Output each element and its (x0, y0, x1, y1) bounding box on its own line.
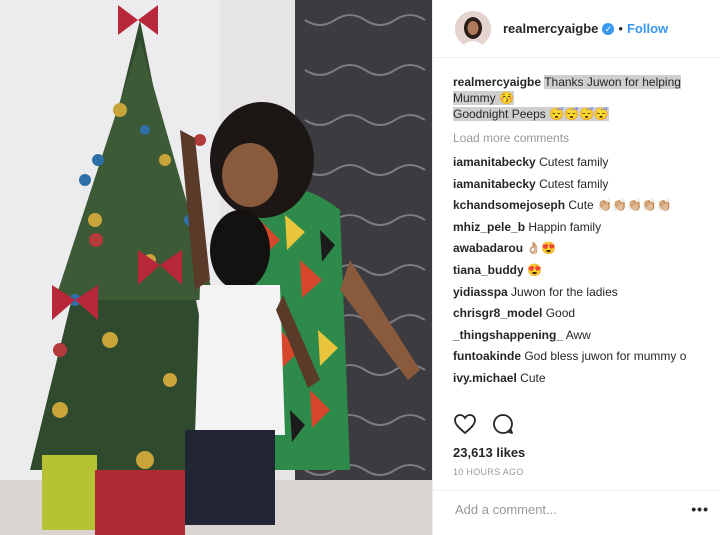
post-timestamp[interactable]: 10 HOURS AGO (453, 467, 524, 477)
comment-username[interactable]: mhiz_pele_b (453, 220, 525, 234)
add-comment-input[interactable] (453, 501, 677, 518)
comment-username[interactable]: awabadarou (453, 241, 523, 255)
comment-username[interactable]: ivy.michael (453, 371, 517, 385)
comment-item: tiana_buddy 😍 (453, 262, 713, 278)
post-header: realmercyaigbe ✓ • Follow (433, 0, 720, 58)
comment-item: mhiz_pele_b Happin family (453, 219, 713, 235)
comment-text: Cutest family (539, 155, 609, 169)
verified-badge-icon: ✓ (602, 22, 615, 35)
comment-item: funtoakinde God bless juwon for mummy o (453, 348, 713, 364)
avatar[interactable] (455, 10, 491, 47)
comment-username[interactable]: chrisgr8_model (453, 306, 542, 320)
comment-username[interactable]: _thingshappening_ (453, 328, 563, 342)
comment-text: 😍 (527, 262, 542, 277)
comment-text: Cute (520, 370, 546, 385)
comment-text: God bless juwon for mummy o (524, 349, 687, 364)
comment-username[interactable]: iamanitabecky (453, 177, 536, 191)
avatar-image (455, 10, 491, 47)
comment-username[interactable]: yidiasspa (453, 285, 508, 299)
comments-list: realmercyaigbe Thanks Juwon for helping … (453, 74, 713, 392)
follow-button[interactable]: Follow (627, 21, 668, 36)
comment-username[interactable]: kchandsomejoseph (453, 198, 565, 212)
more-options-icon[interactable]: ••• (691, 501, 709, 517)
load-more-comments-link[interactable]: Load more comments (453, 130, 713, 146)
add-comment-bar: ••• (433, 490, 720, 535)
comment-item: yidiasspa Juwon for the ladies (453, 284, 713, 300)
post-photo[interactable] (0, 0, 432, 535)
header-separator: • (618, 21, 623, 36)
heart-icon[interactable] (453, 412, 477, 436)
likes-count[interactable]: 23,613 likes (453, 445, 525, 460)
comment-username[interactable]: funtoakinde (453, 349, 521, 363)
post-actions (453, 412, 515, 436)
post-side-panel: realmercyaigbe ✓ • Follow realmercyaigbe… (432, 0, 720, 535)
comment-item: _thingshappening_ Aww (453, 327, 713, 343)
comment-icon[interactable] (491, 412, 515, 436)
comment-username[interactable]: tiana_buddy (453, 263, 524, 277)
comment-item: ivy.michael Cute (453, 370, 713, 386)
comment-text: Good (545, 306, 576, 321)
comment-username[interactable]: iamanitabecky (453, 155, 536, 169)
comment-item: awabadarou 👌🏼😍 (453, 240, 713, 256)
comment-item: iamanitabecky Cutest family (453, 176, 713, 192)
caption-username[interactable]: realmercyaigbe (453, 75, 541, 89)
comment-item: kchandsomejoseph Cute 👏🏼👏🏼👏🏼👏🏼👏🏼 (453, 197, 713, 213)
comment-text: Juwon for the ladies (511, 284, 618, 299)
post-image (0, 0, 432, 535)
post-caption: realmercyaigbe Thanks Juwon for helping … (453, 74, 713, 122)
comment-text: 👌🏼😍 (526, 241, 557, 256)
comment-text: Cute 👏🏼👏🏼👏🏼👏🏼👏🏼 (568, 198, 672, 213)
header-username[interactable]: realmercyaigbe (503, 21, 598, 36)
comment-item: chrisgr8_model Good (453, 305, 713, 321)
comment-text: Cutest family (539, 176, 609, 191)
comment-text: Happin family (528, 219, 602, 234)
comment-text: Aww (565, 327, 591, 342)
caption-line-2: Goodnight Peeps 😴😴😴😴 (453, 107, 609, 121)
comment-item: iamanitabecky Cutest family (453, 154, 713, 170)
